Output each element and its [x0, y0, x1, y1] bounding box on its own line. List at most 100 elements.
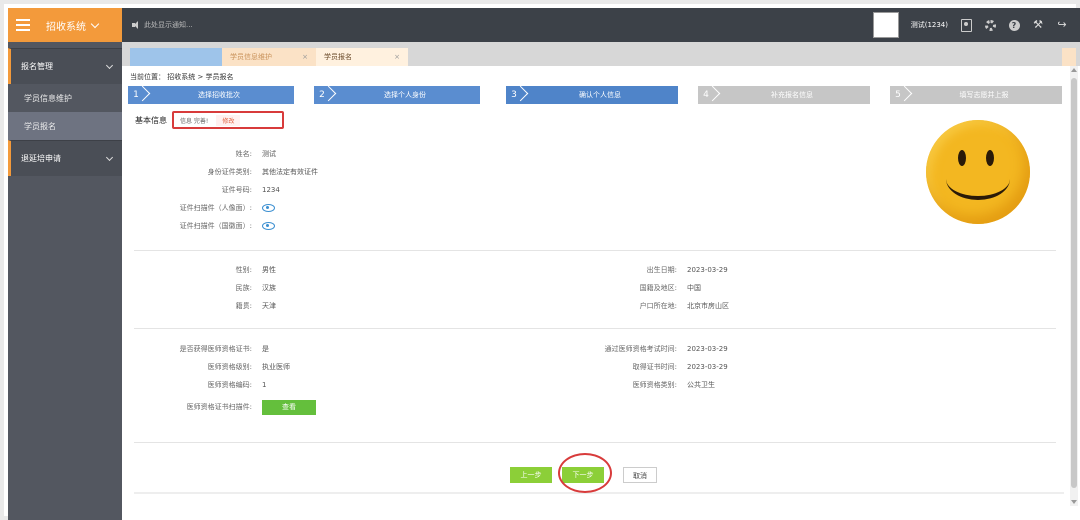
gear-icon[interactable] [984, 19, 996, 31]
step-label: 确认个人信息 [579, 91, 621, 99]
field-value: 测试 [262, 150, 276, 158]
field-birthdate: 出生日期: 2023-03-29 [547, 264, 728, 276]
field-cert-code: 医师资格编码: 1 [122, 379, 267, 391]
field-value: 2023-03-29 [687, 345, 728, 353]
field-name: 姓名: 测试 [122, 148, 276, 160]
field-gender: 性别: 男性 [122, 264, 276, 276]
step-label: 选择招收批次 [198, 91, 240, 99]
notice-text: 此处显示通知... [144, 21, 193, 29]
field-ethnicity: 民族: 汉族 [122, 282, 276, 294]
user-switch-icon[interactable]: ⚒ [1032, 19, 1044, 31]
field-label: 出生日期: [646, 266, 677, 274]
field-cert-type: 医师资格类别: 公共卫生 [547, 379, 715, 391]
field-label: 医师资格编码: [207, 381, 252, 389]
field-cert-level: 医师资格级别: 执业医师 [122, 361, 290, 373]
close-icon[interactable]: × [394, 53, 400, 61]
step-number: 3 [506, 86, 522, 104]
vertical-scrollbar[interactable] [1070, 66, 1078, 506]
tab-bar: 学员信息维护 × 学员报名 × [122, 42, 1080, 66]
tab-student-registration[interactable]: 学员报名 × [316, 48, 408, 66]
tab-scroll-button[interactable] [1062, 48, 1076, 66]
step-progress: 1 选择招收批次 2 选择个人身份 3 确认个人信息 4 补充报名信息 5 填写… [128, 86, 1062, 104]
top-right-tools: 测试(1234) ? ⚒ ↪ [872, 8, 1080, 42]
app-title-dropdown[interactable]: 招收系统 [38, 18, 100, 33]
sidebar-item-label: 学员报名 [24, 121, 56, 131]
field-native-place: 籍贯: 天津 [122, 300, 276, 312]
breadcrumb: 当前位置： 招收系统 > 学员报名 [130, 73, 234, 81]
horizontal-scrollbar[interactable] [134, 492, 1064, 494]
field-id-type: 身份证件类别: 其他法定有效证件 [122, 166, 318, 178]
eye-icon[interactable] [262, 204, 275, 212]
field-cert-time: 取得证书时间: 2023-03-29 [547, 361, 728, 373]
section-title: 基本信息 [135, 116, 167, 125]
prev-step-button[interactable]: 上一步 [510, 467, 552, 483]
field-label: 证件扫描件（人像面）: [179, 204, 252, 212]
close-icon[interactable]: × [302, 53, 308, 61]
field-label: 取得证书时间: [632, 363, 677, 371]
scroll-down-icon[interactable] [1071, 500, 1077, 504]
tab-label: 学员信息维护 [230, 53, 272, 61]
step-label: 填写志愿并上报 [959, 91, 1009, 99]
user-profile-icon[interactable] [960, 18, 972, 32]
tab-home[interactable] [130, 48, 222, 66]
avatar[interactable] [872, 12, 899, 38]
eye-icon[interactable] [262, 222, 275, 230]
sidebar-group-registration[interactable]: 报名管理 [8, 48, 122, 84]
next-button-highlight [558, 453, 612, 493]
field-label: 籍贯: [235, 302, 252, 310]
field-value: 中国 [687, 284, 701, 292]
sidebar: 报名管理 学员信息维护 学员报名 退延培申请 [8, 42, 122, 520]
main-content: 学员信息维护 × 学员报名 × 当前位置： 招收系统 > 学员报名 1 选择招收… [122, 42, 1080, 520]
field-value: 汉族 [262, 284, 276, 292]
divider [134, 250, 1056, 251]
step-2: 2 选择个人身份 [314, 86, 480, 104]
speaker-icon [132, 21, 140, 29]
tab-student-info[interactable]: 学员信息维护 × [222, 48, 316, 66]
step-number: 4 [698, 86, 714, 104]
help-icon[interactable]: ? [1008, 19, 1020, 31]
sidebar-item-label: 学员信息维护 [24, 93, 72, 103]
step-1: 1 选择招收批次 [128, 86, 294, 104]
scroll-up-icon[interactable] [1071, 68, 1077, 72]
field-scan-front: 证件扫描件（人像面）: [122, 202, 275, 214]
app-window: 招收系统 此处显示通知... 测试(1234) ? ⚒ ↪ 报名管理 学员信息维… [0, 0, 1080, 520]
sidebar-item-student-registration[interactable]: 学员报名 [8, 112, 122, 140]
app-switcher[interactable]: 招收系统 [8, 8, 122, 42]
chevron-down-icon [105, 61, 114, 69]
logout-icon[interactable]: ↪ [1056, 19, 1068, 31]
chevron-down-icon [90, 19, 100, 28]
field-value: 是 [262, 345, 269, 353]
step-5: 5 填写志愿并上报 [890, 86, 1062, 104]
step-4: 4 补充报名信息 [698, 86, 870, 104]
field-scan-back: 证件扫描件（国徽面）: [122, 220, 275, 232]
divider [134, 328, 1056, 329]
step-3: 3 确认个人信息 [506, 86, 678, 104]
cancel-button[interactable]: 取消 [623, 467, 657, 483]
field-value: 执业医师 [262, 363, 290, 371]
field-label: 证件号码: [221, 186, 252, 194]
field-value: 2023-03-29 [687, 363, 728, 371]
field-label: 性别: [235, 266, 252, 274]
divider [134, 442, 1056, 443]
menu-icon[interactable] [8, 8, 38, 42]
field-label: 医师资格证书扫描件: [186, 403, 252, 411]
field-label: 医师资格级别: [207, 363, 252, 371]
top-bar: 招收系统 此处显示通知... 测试(1234) ? ⚒ ↪ [8, 8, 1080, 42]
sidebar-group-deferral[interactable]: 退延培申请 [8, 140, 122, 176]
scroll-thumb[interactable] [1071, 78, 1077, 488]
smiley-image [926, 120, 1030, 224]
field-exam-time: 通过医师资格考试时间: 2023-03-29 [547, 343, 728, 355]
field-has-cert: 是否获得医师资格证书: 是 [122, 343, 269, 355]
modify-link[interactable]: 修改 [216, 114, 241, 126]
username: 测试(1234) [910, 21, 948, 29]
field-label: 民族: [235, 284, 252, 292]
field-value: 天津 [262, 302, 276, 310]
sidebar-item-student-info[interactable]: 学员信息维护 [8, 84, 122, 112]
field-label: 医师资格类别: [632, 381, 677, 389]
tab-label: 学员报名 [324, 53, 352, 61]
field-value: 1 [262, 381, 267, 389]
step-number: 2 [314, 86, 330, 104]
sidebar-group-label: 退延培申请 [21, 154, 61, 163]
view-button[interactable]: 查看 [262, 399, 316, 415]
step-label: 补充报名信息 [771, 91, 813, 99]
